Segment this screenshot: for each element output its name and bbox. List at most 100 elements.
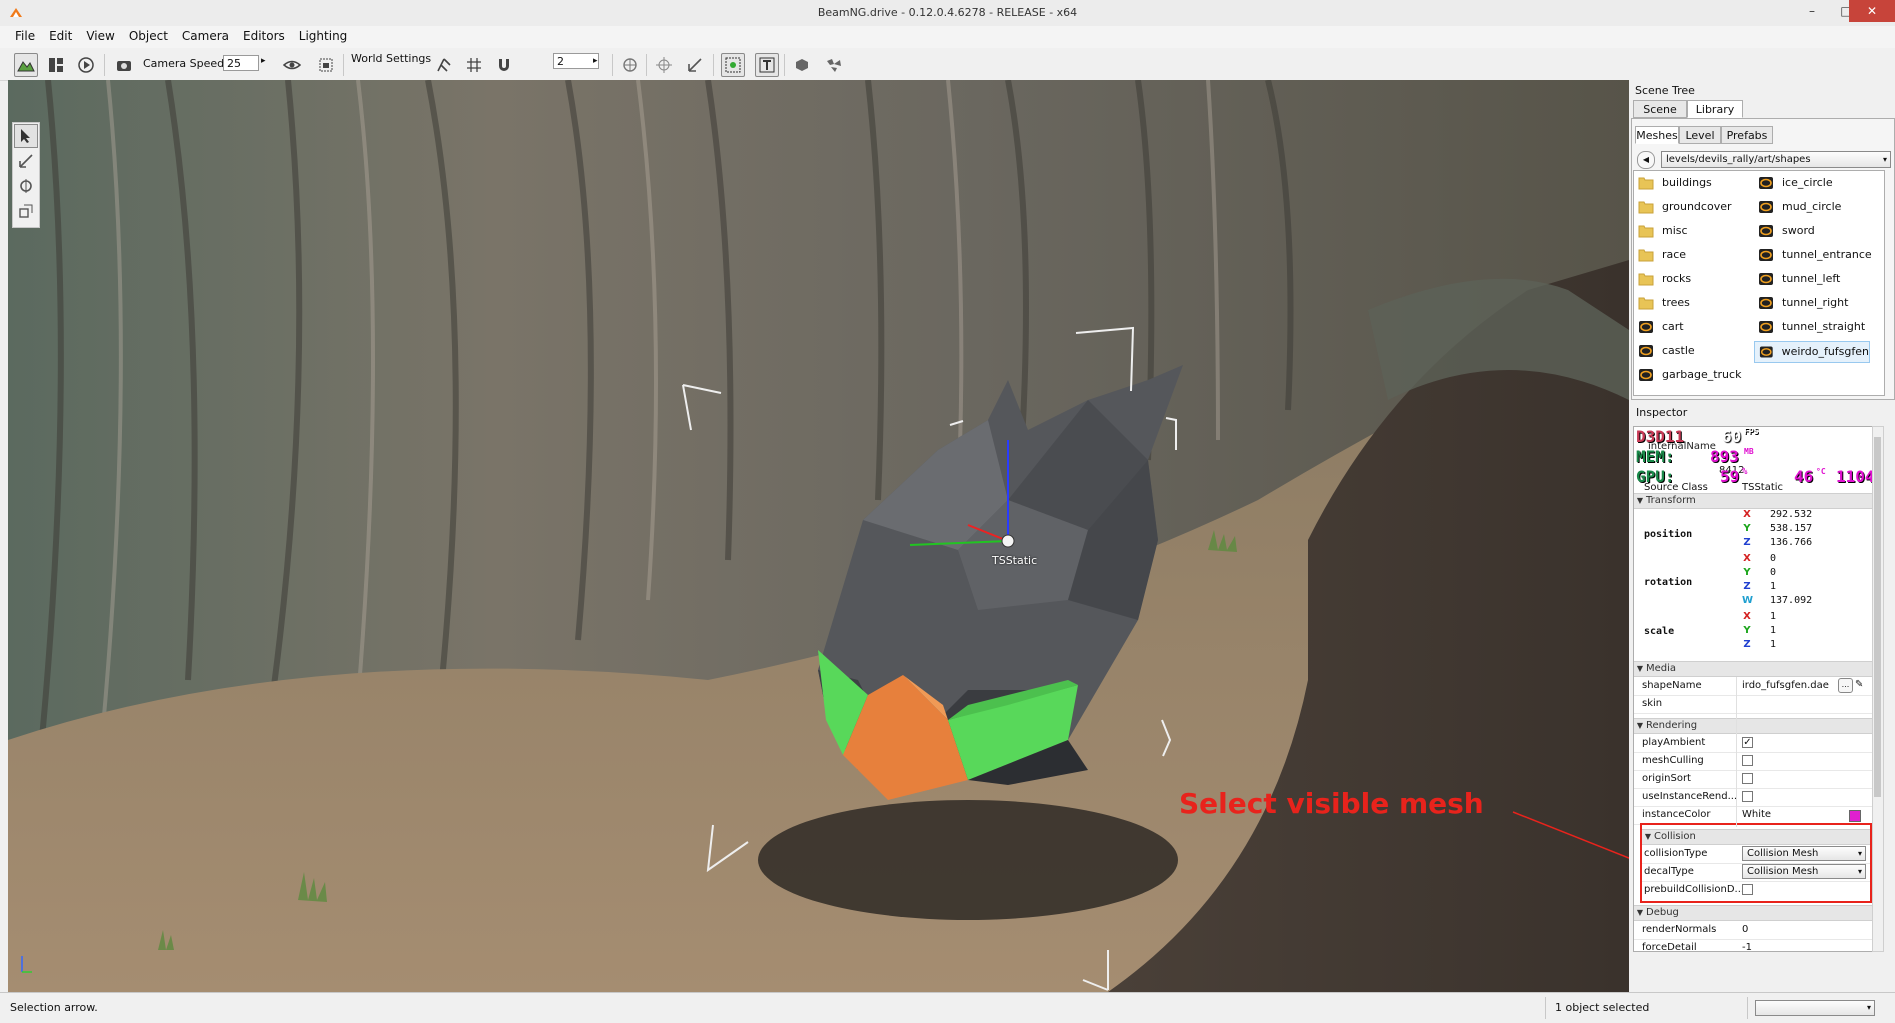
library-item-race[interactable]: race [1634, 245, 1686, 265]
position-y-field[interactable]: Y 538.157 [1742, 523, 1867, 536]
library-item-rocks[interactable]: rocks [1634, 269, 1691, 289]
3d-viewport[interactable]: TSStatic Select visible mesh [8, 80, 1629, 992]
scale-z-field[interactable]: Z1 [1742, 639, 1867, 652]
position-z-field[interactable]: Z 136.766 [1742, 537, 1867, 550]
menu-editors[interactable]: Editors [236, 26, 292, 43]
subtab-prefabs[interactable]: Prefabs [1721, 126, 1773, 144]
grid-button[interactable] [462, 53, 486, 77]
library-item-garbage-truck[interactable]: garbage_truck [1634, 365, 1741, 385]
explode-prefab-button[interactable] [822, 53, 846, 77]
library-item-tunnel-right[interactable]: tunnel_right [1754, 293, 1848, 313]
scale-x-field[interactable]: X1 [1742, 611, 1867, 624]
snap-toggle-button[interactable] [432, 53, 456, 77]
library-item-tunnel-left[interactable]: tunnel_left [1754, 269, 1840, 289]
origin-sort-checkbox[interactable] [1742, 773, 1753, 784]
library-item-castle[interactable]: castle [1634, 341, 1695, 361]
move-tool-button[interactable] [14, 149, 38, 173]
status-dropdown[interactable]: ▾ [1755, 1000, 1875, 1016]
object-snap-button[interactable] [618, 53, 642, 77]
library-item-weirdo-fufsgfen[interactable]: weirdo_fufsgfen [1754, 341, 1870, 363]
play-button[interactable] [74, 53, 98, 77]
scale-y-field[interactable]: Y1 [1742, 625, 1867, 638]
rotation-x-field[interactable]: X0 [1742, 553, 1867, 566]
rotation-y-field[interactable]: Y0 [1742, 567, 1867, 580]
visibility-button[interactable] [280, 53, 304, 77]
section-media[interactable]: ▼ Media [1634, 661, 1873, 677]
library-item-cart[interactable]: cart [1634, 317, 1684, 337]
menu-lighting[interactable]: Lighting [292, 26, 355, 43]
mesh-icon [1759, 249, 1773, 261]
section-collision[interactable]: ▼ Collision [1642, 829, 1870, 845]
section-debug[interactable]: ▼ Debug [1634, 905, 1873, 921]
library-item-tunnel-straight[interactable]: tunnel_straight [1754, 317, 1865, 337]
shapename-row: shapeName irdo_fufsgfen.dae ... ✎ [1634, 677, 1873, 696]
camera-button[interactable] [112, 53, 136, 77]
rotation-w-field[interactable]: W 137.092 [1742, 595, 1867, 608]
world-settings-label[interactable]: World Settings [351, 52, 431, 65]
library-item-sword[interactable]: sword [1754, 221, 1815, 241]
drop-at-button[interactable] [683, 53, 707, 77]
menu-file[interactable]: File [8, 26, 42, 43]
prebuild-collision-row: prebuildCollisionD... [1642, 881, 1870, 899]
mesh-icon [1759, 297, 1773, 309]
collision-type-select[interactable]: Collision Mesh ▾ [1742, 846, 1866, 861]
menu-view[interactable]: View [79, 26, 121, 43]
force-detail-value[interactable]: -1 [1742, 942, 1752, 951]
decal-type-select[interactable]: Collision Mesh ▾ [1742, 864, 1866, 879]
snapshot-button[interactable] [314, 53, 338, 77]
use-instance-render-checkbox[interactable] [1742, 791, 1753, 802]
inspector-title: Inspector [1636, 406, 1688, 419]
play-ambient-checkbox[interactable]: ✓ [1742, 737, 1753, 748]
text-labels-button[interactable] [755, 53, 779, 77]
camera-speed-input[interactable]: 25 [223, 55, 259, 71]
minimize-button[interactable]: – [1795, 0, 1829, 22]
library-item-ice-circle[interactable]: ice_circle [1754, 173, 1833, 193]
tab-library[interactable]: Library [1687, 100, 1743, 118]
scale-tool-button[interactable] [14, 199, 38, 223]
library-item-buildings[interactable]: buildings [1634, 173, 1712, 193]
prefab-button[interactable] [790, 53, 814, 77]
selection-arrow-button[interactable] [14, 124, 38, 148]
tab-scene[interactable]: Scene [1633, 100, 1687, 118]
camera-speed-spin[interactable]: ▸ [261, 56, 266, 66]
menu-camera[interactable]: Camera [175, 26, 236, 43]
shapename-value[interactable]: irdo_fufsgfen.dae [1742, 680, 1829, 691]
edit-icon[interactable]: ✎ [1855, 679, 1863, 690]
library-path-select[interactable]: levels/devils_rally/art/shapes ▾ [1661, 151, 1891, 168]
subtab-meshes[interactable]: Meshes [1635, 126, 1679, 144]
axis-label: X [1743, 509, 1751, 520]
rotation-z-field[interactable]: Z1 [1742, 581, 1867, 594]
library-item-tunnel-entrance[interactable]: tunnel_entrance [1754, 245, 1872, 265]
instance-color-swatch[interactable] [1849, 810, 1861, 822]
prebuild-collision-checkbox[interactable] [1742, 884, 1753, 895]
force-detail-row: forceDetail -1 [1634, 939, 1873, 951]
menu-object[interactable]: Object [122, 26, 175, 43]
browse-button[interactable]: ... [1838, 678, 1853, 693]
bounds-center-button[interactable] [652, 53, 676, 77]
scrollbar-thumb[interactable] [1874, 437, 1881, 797]
library-item-trees[interactable]: trees [1634, 293, 1690, 313]
back-button[interactable]: ◀ [1637, 151, 1655, 169]
mesh-culling-checkbox[interactable] [1742, 755, 1753, 766]
inspector-scrollbar[interactable] [1872, 426, 1884, 952]
magnet-button[interactable] [492, 53, 516, 77]
rotate-tool-button[interactable] [14, 174, 38, 198]
section-transform[interactable]: ▼ Transform [1634, 493, 1873, 509]
menu-edit[interactable]: Edit [42, 26, 79, 43]
render-normals-value[interactable]: 0 [1742, 924, 1748, 935]
section-rendering[interactable]: ▼ Rendering [1634, 718, 1873, 734]
grid-size-spin[interactable]: ▸ [593, 56, 598, 66]
select-object-button[interactable] [721, 53, 745, 77]
subtab-level[interactable]: Level [1679, 126, 1721, 144]
axis-label: Z [1743, 581, 1751, 592]
close-button[interactable]: ✕ [1849, 0, 1895, 22]
library-item-label: trees [1662, 296, 1690, 309]
mesh-culling-label: meshCulling [1642, 755, 1704, 766]
instance-color-value[interactable]: White [1742, 809, 1771, 820]
library-item-groundcover[interactable]: groundcover [1634, 197, 1732, 217]
library-item-mud-circle[interactable]: mud_circle [1754, 197, 1841, 217]
position-x-field[interactable]: X 292.532 [1742, 509, 1867, 522]
library-item-misc[interactable]: misc [1634, 221, 1688, 241]
layout-button[interactable] [44, 53, 68, 77]
terrain-editor-button[interactable] [14, 53, 38, 77]
